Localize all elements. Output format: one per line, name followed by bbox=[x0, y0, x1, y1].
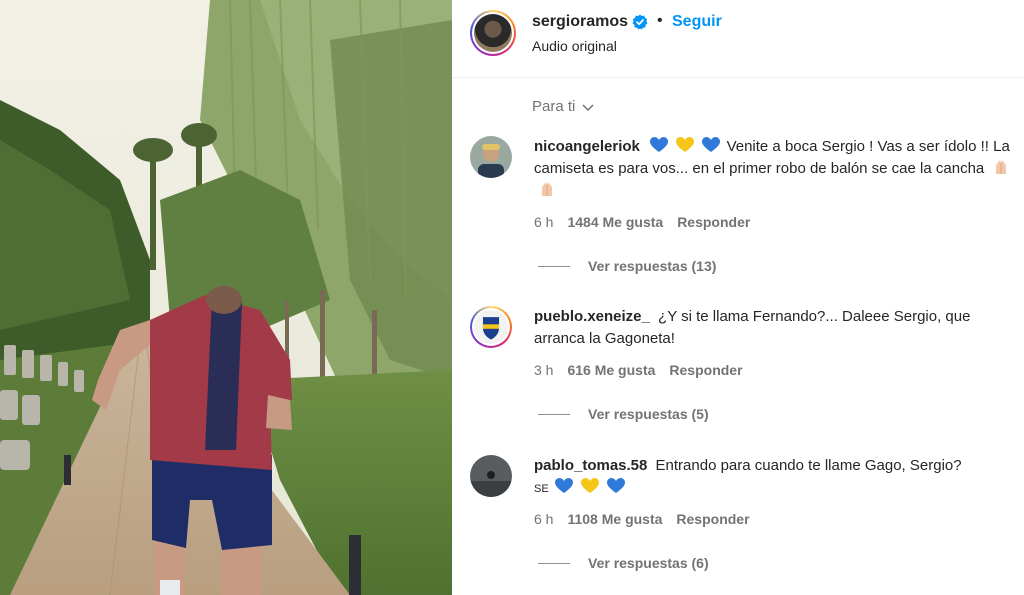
comment-text: pueblo.xeneize_ ¿Y si te llama Fernando?… bbox=[534, 306, 1020, 350]
blue-heart-icon bbox=[607, 478, 626, 493]
comment-time: 6 h bbox=[534, 511, 554, 527]
comment-sort-dropdown[interactable]: Para ti bbox=[532, 98, 595, 115]
blue-heart-icon bbox=[650, 137, 669, 152]
view-replies-label: Ver respuestas (6) bbox=[588, 555, 709, 571]
follow-button[interactable]: Seguir bbox=[672, 13, 722, 31]
replies-divider bbox=[538, 562, 570, 564]
comment-likes[interactable]: 1108 Me gusta bbox=[567, 511, 662, 527]
running-man-garden-image bbox=[0, 0, 452, 595]
comment-message: Entrando para cuando te llame Gago, Serg… bbox=[655, 457, 962, 474]
praying-hands-icon bbox=[996, 160, 1007, 174]
blue-heart-icon bbox=[554, 478, 573, 493]
comment-likes[interactable]: 616 Me gusta bbox=[567, 362, 655, 378]
comment-message-suffix: SE bbox=[534, 483, 549, 495]
replies-divider bbox=[538, 265, 570, 267]
reply-button[interactable]: Responder bbox=[676, 511, 749, 527]
view-replies-button[interactable]: Ver respuestas (13) bbox=[538, 258, 716, 274]
view-replies-label: Ver respuestas (5) bbox=[588, 406, 709, 422]
comment-likes[interactable]: 1484 Me gusta bbox=[567, 214, 663, 230]
commenter-avatar[interactable] bbox=[470, 136, 512, 178]
comment-username[interactable]: pablo_tomas.58 bbox=[534, 457, 647, 474]
commenter-avatar[interactable] bbox=[470, 306, 512, 348]
comment-meta: 6 h 1484 Me gusta Responder bbox=[534, 214, 750, 230]
reply-button[interactable]: Responder bbox=[669, 362, 742, 378]
commenter-avatar[interactable] bbox=[470, 455, 512, 497]
comment-username[interactable]: pueblo.xeneize_ bbox=[534, 308, 650, 325]
comment-text: pablo_tomas.58 Entrando para cuando te l… bbox=[534, 455, 1020, 500]
comment-time: 3 h bbox=[534, 362, 554, 378]
separator-dot: • bbox=[657, 12, 663, 29]
comment-time: 6 h bbox=[534, 214, 554, 230]
post-media-video[interactable] bbox=[0, 0, 452, 595]
chevron-down-icon bbox=[582, 103, 594, 111]
comment-sort-label: Para ti bbox=[532, 98, 576, 115]
verified-badge-icon bbox=[632, 14, 648, 30]
praying-hands-icon bbox=[542, 182, 552, 196]
comment-username[interactable]: nicoangeleriok bbox=[534, 138, 640, 155]
yellow-heart-icon bbox=[581, 478, 600, 493]
reply-button[interactable]: Responder bbox=[677, 214, 750, 230]
comment-meta: 6 h 1108 Me gusta Responder bbox=[534, 511, 750, 527]
view-replies-button[interactable]: Ver respuestas (5) bbox=[538, 406, 709, 422]
view-replies-label: Ver respuestas (13) bbox=[588, 258, 717, 274]
comment-text: nicoangeleriok Venite a boca Sergio ! Va… bbox=[534, 136, 1020, 202]
comment-meta: 3 h 616 Me gusta Responder bbox=[534, 362, 743, 378]
yellow-heart-icon bbox=[676, 137, 695, 152]
author-avatar[interactable] bbox=[470, 10, 516, 56]
comments-panel: sergioramos • Seguir Audio original Para… bbox=[452, 0, 1024, 595]
blue-heart-icon bbox=[702, 137, 721, 152]
replies-divider bbox=[538, 413, 570, 415]
post-header: sergioramos • Seguir Audio original bbox=[452, 0, 1024, 78]
audio-original-link[interactable]: Audio original bbox=[532, 38, 617, 54]
author-username[interactable]: sergioramos bbox=[532, 13, 628, 31]
view-replies-button[interactable]: Ver respuestas (6) bbox=[538, 555, 709, 571]
